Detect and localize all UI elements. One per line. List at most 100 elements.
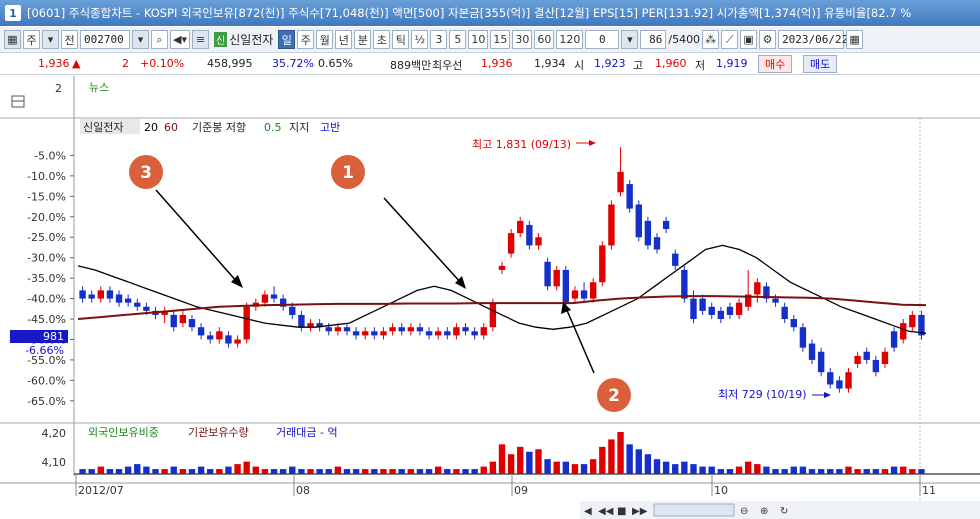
scroll-next-icon[interactable]: ▶▶ (632, 506, 648, 517)
scroll-stop-icon[interactable]: ■ (617, 506, 626, 517)
open-price: 1,923 (594, 57, 626, 70)
volume-bar (498, 444, 506, 474)
best-quote-label: 최우선 (432, 59, 463, 72)
volume-bar (134, 464, 141, 474)
interval-input[interactable]: 0 (585, 30, 620, 49)
market-select[interactable]: 주 (23, 30, 40, 49)
period-week-button[interactable]: 주 (297, 30, 315, 49)
period-day-button[interactable]: 일 (278, 30, 296, 49)
volume-bar (754, 464, 761, 474)
high-label: 고 (633, 59, 644, 72)
volume-bar (626, 444, 633, 474)
code-dropdown-icon[interactable]: ▾ (132, 30, 149, 49)
volume-bar (909, 469, 916, 474)
period-year-button[interactable]: 년 (335, 30, 353, 49)
interval-120-button[interactable]: 120 (556, 30, 584, 49)
candle-body (498, 265, 506, 270)
volume-bar (772, 469, 779, 474)
candle-body (699, 298, 706, 311)
legend-ma-long: 60 (164, 121, 178, 134)
zoom-out-icon[interactable]: ⊖ (740, 506, 748, 517)
candle-body (389, 327, 396, 332)
reset-icon[interactable]: ↻ (780, 506, 788, 517)
grid-menu-icon[interactable]: ▦ (4, 30, 21, 49)
scrollbar[interactable] (653, 503, 735, 517)
indicator-icon[interactable]: ⁂ (702, 30, 720, 49)
volume-bar (817, 469, 825, 474)
open-label: 시 (574, 59, 585, 72)
volume-bar (143, 466, 150, 474)
interval-15-button[interactable]: 15 (490, 30, 511, 49)
all-button[interactable]: 전 (61, 30, 78, 49)
stock-code-input[interactable]: 002700 (80, 30, 130, 49)
period-second-button[interactable]: 초 (373, 30, 391, 49)
search-icon[interactable]: ⌕ (151, 30, 168, 49)
buy-button[interactable]: 매수 (758, 55, 793, 73)
speaker-icon[interactable]: ◀▾ (170, 30, 190, 49)
candle-body (836, 380, 843, 389)
volume-bar (407, 469, 415, 474)
volume-bar (398, 469, 405, 474)
candle-body (544, 261, 551, 287)
period-tick-button[interactable]: 틱 (392, 30, 410, 49)
candle-body (517, 220, 524, 234)
date-input[interactable]: 2023/06/22 (778, 30, 848, 49)
dropdown-icon[interactable]: ▾ (42, 30, 59, 49)
period-month-button[interactable]: 월 (316, 30, 334, 49)
volume-bar (635, 449, 642, 474)
stock-list-icon[interactable]: ≡ (191, 30, 209, 49)
low-label: 저 (695, 59, 706, 72)
settings-gear-icon[interactable]: ⚙ (759, 30, 777, 49)
volume-bar (580, 464, 588, 474)
ratio-button[interactable]: ½ (411, 30, 429, 49)
volume-bar (799, 466, 807, 474)
interval-5-button[interactable]: 5 (449, 30, 467, 49)
save-icon[interactable]: ▣ (740, 30, 758, 49)
candle-body (681, 269, 688, 299)
candle-body (507, 233, 515, 254)
scroll-prev-icon[interactable]: ◀◀ (598, 506, 614, 517)
stock-name: 신 신일전자 (211, 30, 276, 49)
volume-bar (88, 469, 95, 474)
period-minute-button[interactable]: 분 (354, 30, 372, 49)
interval-10-button[interactable]: 10 (468, 30, 489, 49)
volume-bar (507, 454, 515, 474)
candle-body (398, 327, 405, 332)
candle-body (170, 314, 177, 328)
volume-bar (845, 466, 852, 474)
volume-bar (325, 469, 332, 474)
chart-svg[interactable]: 2 뉴스 -5.0% -10.0% -15.0% -20.0% -25.0% -30.0%… (0, 76, 980, 519)
title-bar: 1 [0601] 주식종합차트 - KOSPI 외국인보유[872(천)] 주식… (0, 0, 980, 26)
candle-body (270, 294, 278, 299)
x-tick-label: 11 (922, 484, 936, 497)
volume-bar (690, 464, 697, 474)
interval-3-button[interactable]: 3 (430, 30, 448, 49)
sell-button[interactable]: 매도 (803, 55, 838, 73)
volume-bar (900, 466, 907, 474)
calendar-icon[interactable]: ▦ (846, 30, 864, 49)
window-number-icon[interactable]: 1 (5, 5, 21, 21)
volume-bar (106, 469, 114, 474)
volume-tick-2: 4,10 (42, 456, 67, 469)
scroll-first-icon[interactable]: ◀ (584, 506, 592, 517)
candle-body (88, 294, 95, 299)
interval-60-button[interactable]: 60 (534, 30, 555, 49)
zoom-in-icon[interactable]: ⊕ (760, 506, 768, 517)
volume-bar (115, 469, 123, 474)
callout-1-number: 1 (342, 163, 354, 183)
volume-bar (97, 466, 104, 474)
volume-bar (489, 461, 497, 474)
candle-body (672, 253, 679, 266)
candle-body (453, 327, 460, 336)
candle-body (872, 359, 880, 373)
interval-30-button[interactable]: 30 (512, 30, 533, 49)
trendline-icon[interactable]: ⟋ (721, 30, 739, 49)
interval-dropdown-icon[interactable]: ▾ (621, 30, 639, 49)
candle-body (371, 331, 378, 336)
turnover-rate: 0.65% (318, 57, 353, 70)
y-tick-label: -40.0% (27, 293, 66, 306)
volume-bar (188, 469, 196, 474)
bar-count-input[interactable]: 86 (640, 30, 667, 49)
y-tick-label: -45.0% (27, 313, 66, 326)
chart-area[interactable]: 2 뉴스 -5.0% -10.0% -15.0% -20.0% -25.0% -30.0%… (0, 76, 980, 519)
